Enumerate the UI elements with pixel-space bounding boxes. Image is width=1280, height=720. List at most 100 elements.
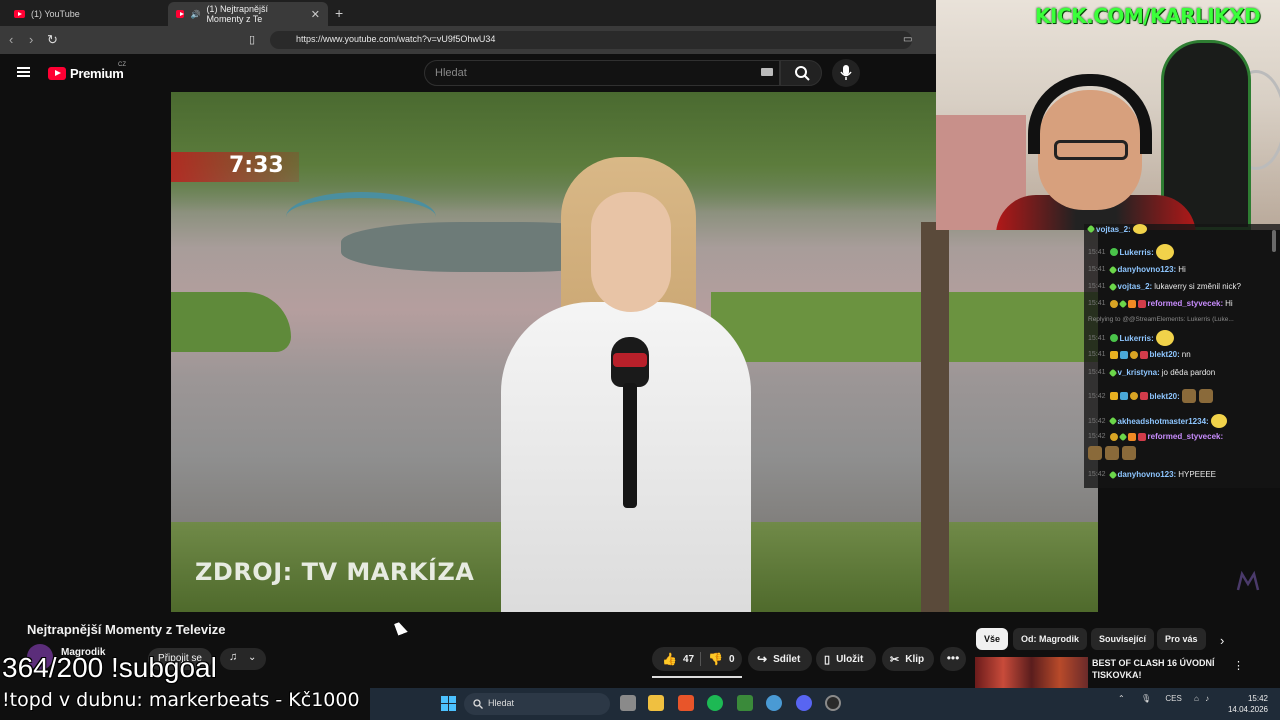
chat-time: 15:41 <box>1088 351 1106 358</box>
chat-username: reformed_styvecek: <box>1147 432 1224 441</box>
spotify-icon[interactable] <box>707 695 723 711</box>
taskbar-clock[interactable]: 15:42 14.04.2026 <box>1222 693 1268 715</box>
chat-message: 15:42 danyhovno123: HYPEEEE <box>1088 470 1216 479</box>
chat-username: reformed_styvecek: <box>1147 299 1224 308</box>
badge-icon <box>1139 350 1148 359</box>
tab-current-video[interactable]: 🔊 (1) Nejtrapnější Momenty z Te ✕ <box>168 2 328 26</box>
bookmark-icon[interactable]: ▯ <box>249 33 255 46</box>
kebab-menu-icon[interactable]: ⋮ <box>1233 659 1244 672</box>
verified-icon <box>1109 248 1118 256</box>
dislike-count: 0 <box>728 653 735 665</box>
forward-icon[interactable]: › <box>29 32 33 47</box>
chevron-right-icon[interactable]: › <box>1220 633 1224 648</box>
chat-time: 15:41 <box>1088 266 1106 273</box>
mouse-cursor <box>394 620 408 636</box>
clock-overlay-text: 7:33 <box>229 153 284 178</box>
video-bridge <box>286 192 436 242</box>
windows-start-icon[interactable] <box>441 696 456 711</box>
clip-button[interactable]: ✂ Klip <box>882 647 934 671</box>
dislike-button[interactable]: 👎 0 <box>700 652 735 666</box>
chat-scrollbar[interactable] <box>1272 230 1276 252</box>
emote-icon <box>1088 446 1102 460</box>
menu-icon[interactable] <box>17 67 30 77</box>
more-actions-button[interactable]: ••• <box>940 647 966 671</box>
sub-badge-icon <box>1129 350 1138 359</box>
chat-text: Hi <box>1225 299 1233 308</box>
share-icon: ↪ <box>757 652 768 666</box>
subscribe-bell-button[interactable]: ♫ ⌄ <box>220 648 266 670</box>
badge-icon <box>1108 416 1117 426</box>
country-code: CZ <box>118 62 126 68</box>
task-view-icon[interactable] <box>620 695 636 711</box>
youtube-favicon-icon <box>176 10 185 18</box>
search-input[interactable]: Hledat <box>424 60 780 86</box>
taskbar-search-input[interactable]: Hledat <box>464 693 610 715</box>
app-icon[interactable] <box>825 695 841 711</box>
recommendation-thumbnail[interactable] <box>975 657 1088 689</box>
chat-text: lukaverry si změnil nick? <box>1154 282 1241 291</box>
save-label: Uložit <box>836 653 864 665</box>
app-icon[interactable] <box>766 695 782 711</box>
language-indicator[interactable]: CES <box>1165 694 1181 703</box>
badge-icon <box>1118 432 1127 441</box>
file-explorer-icon[interactable] <box>648 695 664 711</box>
bell-icon: ♫ <box>229 651 238 663</box>
gift-badge-icon <box>1127 432 1136 441</box>
back-icon[interactable]: ‹ <box>9 32 13 47</box>
badge-icon <box>1119 392 1128 400</box>
chip-for-you[interactable]: Pro vás <box>1157 628 1206 650</box>
discord-icon[interactable] <box>796 695 812 711</box>
chat-emote-row <box>1088 446 1137 460</box>
microphone-icon[interactable]: 🎙 <box>1141 694 1151 703</box>
badge-icon <box>1108 282 1117 291</box>
video-lawn <box>171 292 291 352</box>
badge-icon <box>1139 392 1148 400</box>
badge-icon <box>1086 224 1096 234</box>
youtube-favicon-icon <box>14 10 25 18</box>
tab-youtube-home[interactable]: (1) YouTube <box>6 2 166 26</box>
bookmark-save-icon: ▯ <box>824 653 831 666</box>
volume-icon[interactable]: ♪ <box>1205 694 1209 703</box>
tab-label: (1) YouTube <box>31 9 80 19</box>
keyboard-icon[interactable] <box>761 68 773 76</box>
like-button[interactable]: 👍 47 <box>652 652 700 666</box>
recommendation-title[interactable]: BEST OF CLASH 16 ÚVODNÍ TISKOVKA! <box>1092 657 1217 681</box>
youtube-logo[interactable]: Premium <box>48 66 124 81</box>
chat-username: Lukerris: <box>1119 247 1154 257</box>
webcam-glasses <box>1054 140 1128 160</box>
voice-search-button[interactable] <box>832 59 860 87</box>
browser-tab-bar: (1) YouTube 🔊 (1) Nejtrapnější Momenty z… <box>0 0 936 26</box>
chat-message: 15:41 danyhovno123: Hi <box>1088 265 1186 274</box>
chat-time: 15:42 <box>1088 392 1106 400</box>
emote-icon <box>1132 224 1147 234</box>
chip-all[interactable]: Vše <box>976 628 1009 650</box>
like-underline <box>652 676 742 678</box>
chat-text: HYPEEEE <box>1178 470 1217 479</box>
app-icon[interactable] <box>737 695 753 711</box>
video-reporter-face <box>591 192 671 312</box>
save-button[interactable]: ▯ Uložit <box>816 647 876 671</box>
gift-badge-icon <box>1127 299 1136 308</box>
chevron-up-icon[interactable]: ⌃ <box>1118 694 1125 703</box>
chat-time: 15:42 <box>1088 417 1106 425</box>
reload-icon[interactable]: ↻ <box>47 32 58 48</box>
tab-label: (1) Nejtrapnější Momenty z Te <box>206 4 268 24</box>
emote-icon <box>1155 244 1174 260</box>
clock-date: 14.04.2026 <box>1227 705 1268 714</box>
clip-label: Klip <box>905 653 925 665</box>
brave-browser-icon[interactable] <box>678 695 694 711</box>
chip-related[interactable]: Související <box>1091 628 1155 650</box>
source-caption: ZDROJ: TV MARKÍZA <box>195 558 475 586</box>
close-tab-icon[interactable]: ✕ <box>311 8 320 21</box>
network-icon[interactable]: ⌂ <box>1194 694 1199 703</box>
chat-username: danyhovno123: <box>1117 265 1177 274</box>
chat-message: 15:42 reformed_styvecek: <box>1088 432 1223 441</box>
new-tab-button[interactable]: + <box>335 5 343 21</box>
share-button[interactable]: ↪ Sdílet <box>748 647 812 671</box>
search-button[interactable] <box>780 60 822 86</box>
address-bar-row: ‹ › ↻ ▯ https://www.youtube.com/watch?v=… <box>0 26 936 54</box>
url-field[interactable]: https://www.youtube.com/watch?v=vU9f5Ohw… <box>270 31 912 49</box>
screen-icon[interactable]: ▭ <box>903 34 912 45</box>
badge-icon <box>1108 470 1117 479</box>
chip-from-channel[interactable]: Od: Magrodik <box>1013 628 1087 650</box>
